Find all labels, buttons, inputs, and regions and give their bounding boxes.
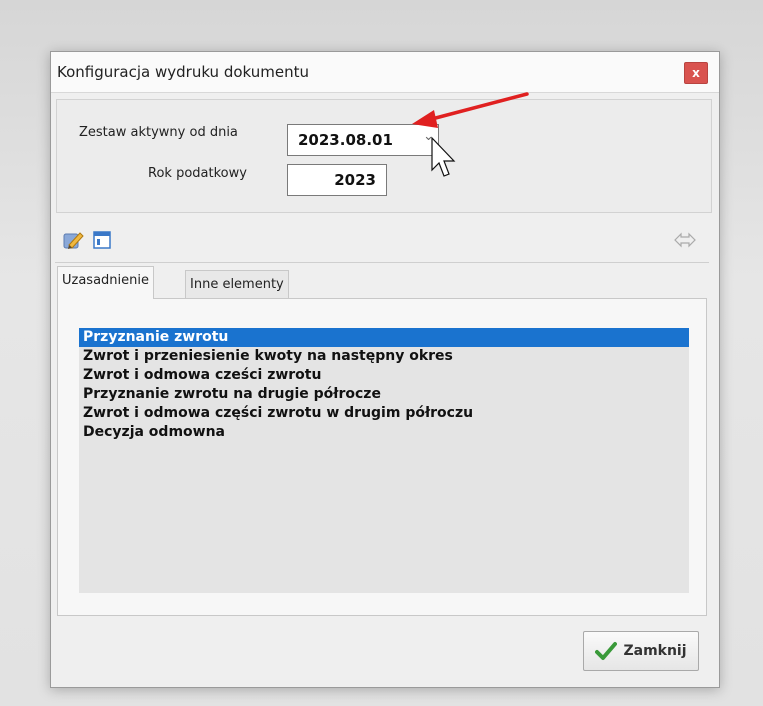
tab-uzasadnienie[interactable]: Uzasadnienie: [57, 266, 154, 299]
mouse-cursor-icon: [431, 136, 456, 177]
